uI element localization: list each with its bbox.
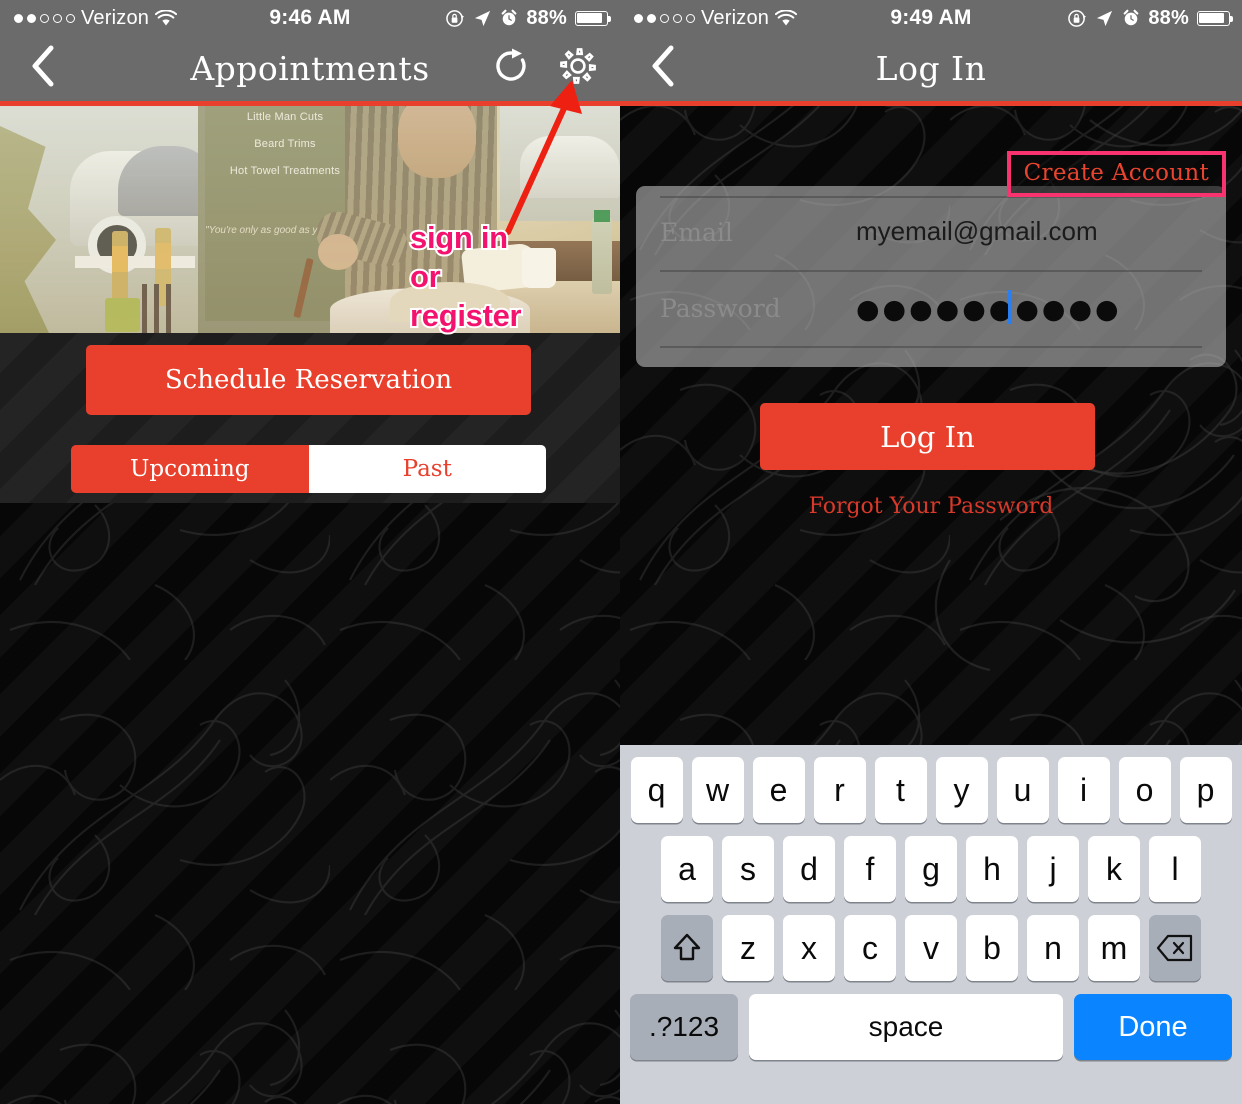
- keyboard-row-1: q w e r t y u i o p: [620, 757, 1242, 823]
- appointments-segmented-control[interactable]: Upcoming Past: [71, 445, 546, 493]
- password-field-row[interactable]: Password ●●●●●●●●●●: [660, 272, 1202, 348]
- login-screen: Verizon 9:49 AM 88% Log In Create Accoun…: [620, 0, 1242, 1104]
- status-bar-right: 88%: [409, 7, 620, 30]
- shift-key[interactable]: [661, 915, 713, 981]
- chevron-left-icon: [652, 45, 674, 87]
- key-v[interactable]: v: [905, 915, 957, 981]
- login-form-area: Create Account Email myemail@gmail.com P…: [620, 106, 1242, 745]
- email-field-row[interactable]: Email myemail@gmail.com: [660, 196, 1202, 272]
- text-caret: [1008, 290, 1012, 324]
- alarm-clock-icon: [501, 9, 517, 26]
- password-field-value[interactable]: ●●●●●●●●●●: [856, 294, 1122, 325]
- shift-arrow-icon: [673, 933, 701, 961]
- appointments-controls: Schedule Reservation Upcoming Past: [0, 333, 620, 503]
- wifi-icon: [155, 9, 178, 25]
- signal-strength-icon: [634, 13, 695, 23]
- create-account-button[interactable]: Create Account: [1006, 151, 1226, 197]
- wifi-icon: [775, 9, 798, 25]
- log-in-button[interactable]: Log In: [760, 403, 1095, 470]
- key-d[interactable]: d: [783, 836, 835, 902]
- key-g[interactable]: g: [905, 836, 957, 902]
- back-button[interactable]: [30, 44, 56, 93]
- key-u[interactable]: u: [996, 757, 1049, 823]
- appointments-empty-list: [0, 503, 620, 1104]
- navigation-bar: Log In: [620, 36, 1242, 101]
- key-f[interactable]: f: [844, 836, 896, 902]
- key-e[interactable]: e: [752, 757, 805, 823]
- backspace-icon: [1156, 934, 1193, 962]
- space-key[interactable]: space: [749, 994, 1063, 1060]
- battery-icon: [574, 10, 611, 26]
- segment-past[interactable]: Past: [308, 445, 546, 493]
- carrier-label: Verizon: [81, 6, 150, 29]
- key-r[interactable]: r: [813, 757, 866, 823]
- key-m[interactable]: m: [1088, 915, 1140, 981]
- status-bar-right: 88%: [1031, 7, 1242, 30]
- page-title: Log In: [875, 49, 987, 88]
- backspace-key[interactable]: [1149, 915, 1201, 981]
- status-bar-time: 9:46 AM: [269, 6, 351, 29]
- carrier-label: Verizon: [701, 6, 770, 29]
- key-y[interactable]: y: [935, 757, 988, 823]
- rotation-lock-icon: [1068, 9, 1087, 27]
- key-n[interactable]: n: [1027, 915, 1079, 981]
- password-field-label: Password: [660, 294, 781, 323]
- key-l[interactable]: l: [1149, 836, 1201, 902]
- key-o[interactable]: o: [1118, 757, 1171, 823]
- appointments-screen: Verizon 9:46 AM 88% Appointments sign in…: [0, 0, 620, 1104]
- status-bar: Verizon 9:49 AM 88%: [620, 0, 1242, 36]
- key-x[interactable]: x: [783, 915, 835, 981]
- signal-strength-icon: [14, 13, 75, 23]
- key-w[interactable]: w: [691, 757, 744, 823]
- key-s[interactable]: s: [722, 836, 774, 902]
- field-divider-bottom: [660, 346, 1202, 348]
- battery-percentage: 88%: [526, 6, 567, 29]
- alarm-clock-icon: [1123, 9, 1139, 26]
- status-bar: Verizon 9:46 AM 88%: [0, 0, 620, 36]
- key-p[interactable]: p: [1179, 757, 1232, 823]
- key-t[interactable]: t: [874, 757, 927, 823]
- key-i[interactable]: i: [1057, 757, 1110, 823]
- key-q[interactable]: q: [630, 757, 683, 823]
- create-account-label: Create Account: [1023, 160, 1209, 186]
- keyboard-row-3: z x c v b n m: [620, 915, 1242, 981]
- back-button[interactable]: [650, 44, 676, 93]
- email-field-value[interactable]: myemail@gmail.com: [856, 216, 1098, 247]
- numbers-key[interactable]: .?123: [630, 994, 738, 1060]
- rotation-lock-icon: [446, 9, 465, 27]
- email-field-label: Email: [660, 218, 733, 247]
- schedule-reservation-button[interactable]: Schedule Reservation: [86, 345, 531, 415]
- key-k[interactable]: k: [1088, 836, 1140, 902]
- key-h[interactable]: h: [966, 836, 1018, 902]
- key-j[interactable]: j: [1027, 836, 1079, 902]
- keyboard-row-4: .?123 space Done: [620, 994, 1242, 1060]
- status-bar-time: 9:49 AM: [890, 6, 972, 29]
- key-c[interactable]: c: [844, 915, 896, 981]
- location-arrow-icon: [1097, 10, 1113, 26]
- status-bar-left: Verizon: [0, 7, 211, 30]
- key-a[interactable]: a: [661, 836, 713, 902]
- location-arrow-icon: [475, 10, 491, 26]
- annotation-label: sign in or register: [408, 218, 524, 335]
- battery-percentage: 88%: [1148, 6, 1189, 29]
- segment-upcoming[interactable]: Upcoming: [71, 445, 309, 493]
- forgot-password-link[interactable]: Forgot Your Password: [620, 494, 1242, 519]
- done-key[interactable]: Done: [1074, 994, 1232, 1060]
- on-screen-keyboard: q w e r t y u i o p a s d f g h j k l z …: [620, 745, 1242, 1104]
- battery-icon: [1196, 10, 1233, 26]
- keyboard-row-2: a s d f g h j k l: [620, 836, 1242, 902]
- credentials-card: Email myemail@gmail.com Password ●●●●●●●…: [636, 186, 1226, 367]
- key-b[interactable]: b: [966, 915, 1018, 981]
- key-z[interactable]: z: [722, 915, 774, 981]
- status-bar-left: Verizon: [620, 7, 831, 30]
- chevron-left-icon: [32, 45, 54, 87]
